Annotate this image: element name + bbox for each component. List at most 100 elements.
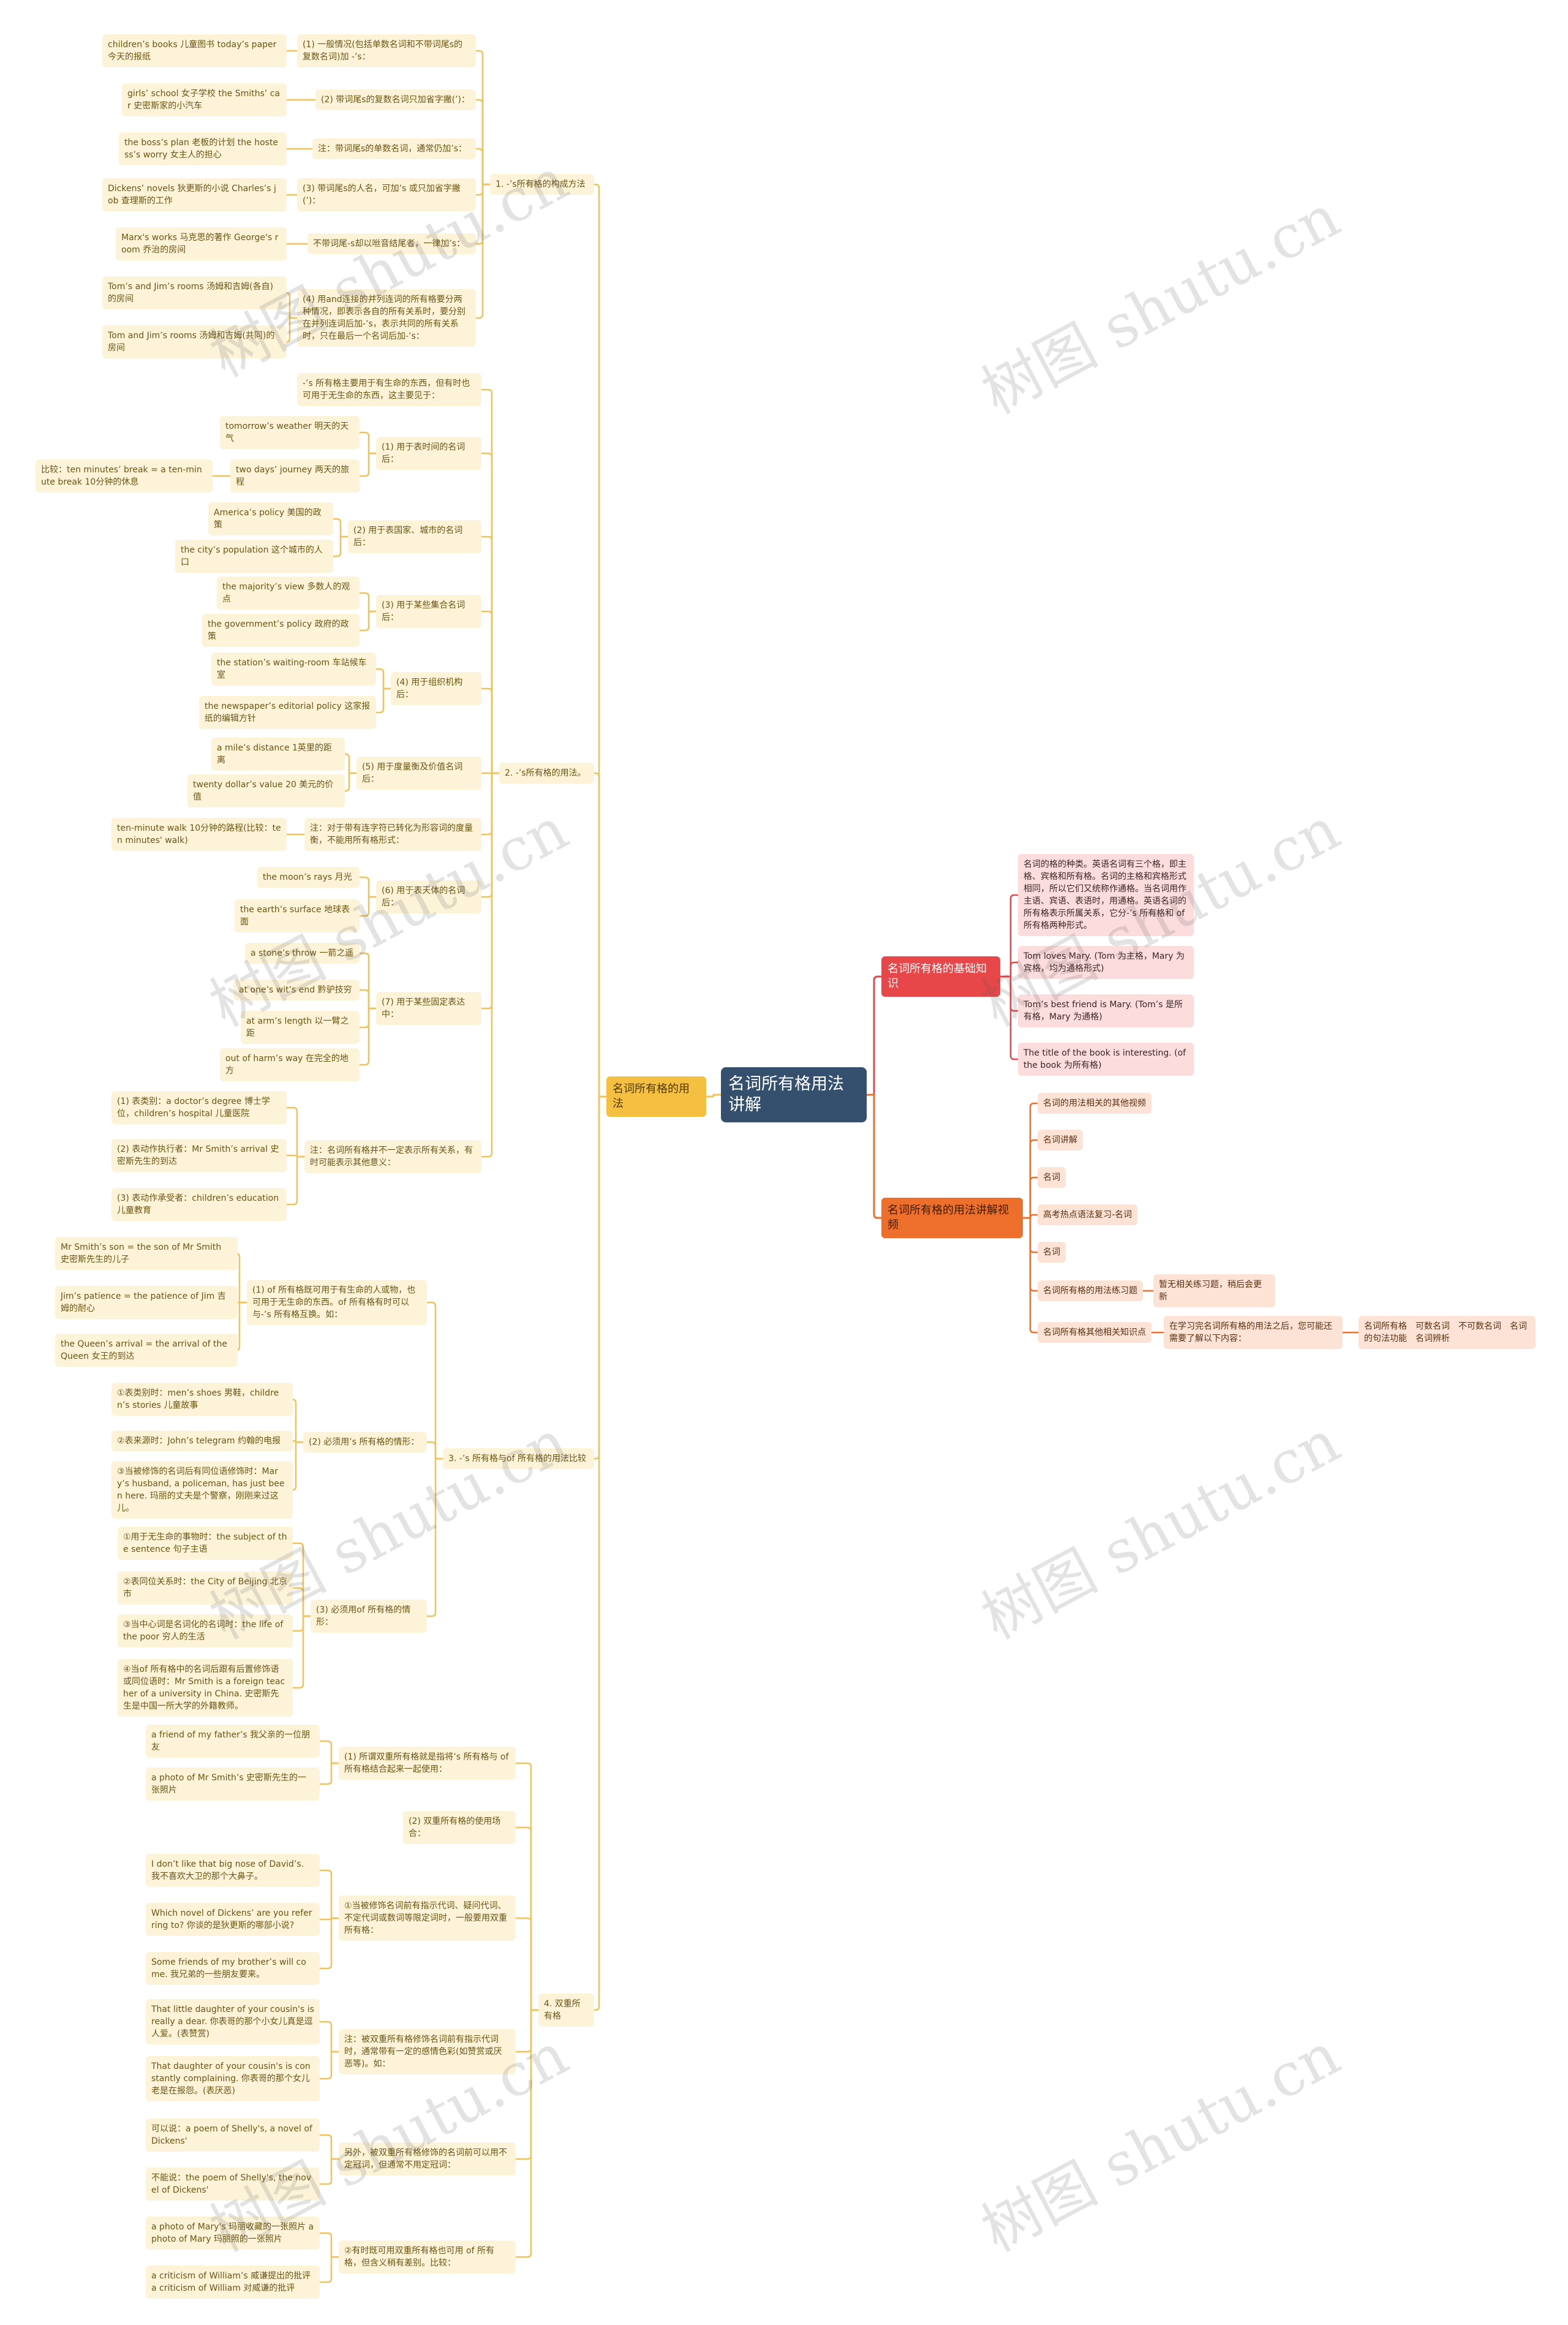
section-node[interactable]: 4. 双重所有格 (538, 1994, 594, 2027)
connector (376, 668, 391, 690)
example-leaf: Tom’s and Jim’s rooms 汤姆和吉姆(各自)的房间 (102, 276, 287, 309)
branch-usage[interactable]: 名词所有格的用法 (606, 1076, 706, 1117)
video-item: 高考热点语法复习-名词 (1038, 1204, 1138, 1225)
connector (360, 989, 376, 1010)
connector (516, 1762, 538, 2011)
video-item-detail: 暂无相关练习题，稍后会更新 (1153, 1274, 1275, 1307)
example-leaf: a friend of my father’s 我父亲的一位朋友 (146, 1725, 320, 1758)
connector (320, 2051, 339, 2080)
connector (293, 1615, 311, 1632)
rule-node[interactable]: 另外，被双重所有格修饰的名词前可以用不定冠词，但通常不用定冠词： (339, 2142, 516, 2176)
connector (1000, 894, 1018, 978)
connector (360, 610, 376, 632)
connector (360, 952, 376, 1010)
example-leaf: at one’s wit’s end 黔驴技穷 (233, 980, 360, 1000)
connector (360, 896, 376, 917)
connector (292, 1441, 303, 1491)
rule-node[interactable]: (1) 所谓双重所有格就是指将’s 所有格与 of 所有格结合起来一起使用： (339, 1747, 516, 1780)
connector (320, 1869, 339, 1919)
example-leaf: ②表同位关系时：the City of Beijing 北京市 (118, 1571, 293, 1605)
connector (1023, 1176, 1038, 1219)
rule-node[interactable]: (1) 一般情况(包括单数名词和不带词尾s的复数名词)加 -’s： (297, 34, 476, 67)
connector (476, 183, 490, 319)
mindmap-root[interactable]: 名词所有格用法讲解 (721, 1067, 867, 1122)
rule-node[interactable]: (2) 必须用’s 所有格的情形： (303, 1432, 427, 1453)
rule-node[interactable]: (6) 用于表天体的名词后： (376, 880, 481, 913)
rule-node: -’s 所有格主要用于有生命的东西，但有时也可用于无生命的东西，这主要见于： (297, 373, 481, 406)
example-leaf: a photo of Mary's 玛丽收藏的一张照片 a photo of M… (146, 2217, 320, 2250)
branch-videos[interactable]: 名词所有格的用法讲解视频 (881, 1198, 1023, 1238)
example-leaf: Which novel of Dickens’ are you referrin… (146, 1903, 320, 1936)
rule-node[interactable]: (1) 用于表时间的名词后： (376, 437, 481, 470)
rule-node[interactable]: (3) 用于某些集合名词后： (376, 595, 481, 628)
connector (481, 452, 499, 774)
connector (360, 431, 376, 455)
video-item[interactable]: 名词所有格的用法练习题 (1038, 1280, 1143, 1301)
example-leaf: (3) 表动作承受者：children’s education 儿童教育 (111, 1188, 287, 1221)
example-leaf: Mr Smith’s son = the son of Mr Smith 史密斯… (55, 1237, 238, 1270)
rule-node[interactable]: (3) 必须用of 所有格的情形： (311, 1600, 427, 1633)
rule-node[interactable]: 注：对于带有连字符已转化为形容词的度量衡，不能用所有格形式： (304, 818, 481, 851)
connector (516, 2009, 538, 2258)
example-leaf: the government’s policy 政府的政策 (202, 614, 360, 647)
rule-node[interactable]: (3) 带词尾s的人名，可加’s 或只加省字撇(’)： (297, 178, 476, 211)
connector (320, 2232, 339, 2258)
connector (287, 1106, 304, 1158)
rule-node[interactable]: 注：被双重所有格修饰名词前有指示代词时，通常带有一定的感情色彩(如赞赏或厌恶等)… (339, 2029, 516, 2074)
connector (867, 1094, 881, 1219)
connector (320, 1740, 339, 1764)
rule-node[interactable]: (2) 带词尾s的复数名词只加省字撇(’)： (315, 89, 476, 110)
rule-node[interactable]: 不带词尾-s却以咝音结尾者，一律加’s： (307, 233, 476, 254)
example-leaf: Some friends of my brother’s will come. … (146, 1952, 320, 1985)
connector (1023, 1217, 1038, 1334)
example-leaf: ③当被修饰的名词后有同位语修饰时：Mary’s husband, a polic… (111, 1461, 293, 1519)
example-leaf[interactable]: two days’ journey 两天的旅程 (230, 459, 360, 493)
connector (1000, 975, 1018, 1060)
compare-note: 比较：ten minutes’ break = a ten-minute bre… (36, 459, 213, 493)
connector (320, 2158, 339, 2185)
connector (481, 687, 499, 774)
rule-node[interactable]: 注：名词所有格并不一定表示所有关系，有时可能表示其他意义： (304, 1140, 481, 1173)
connector (320, 2134, 339, 2160)
basics-leaf: 名词的格的种类。英语名词有三个格，即主格、宾格和所有格。名词的主格和宾格形式相同… (1018, 854, 1194, 936)
connector (481, 772, 499, 1158)
video-item: 名词讲解 (1038, 1130, 1083, 1151)
connector (292, 1398, 303, 1443)
example-leaf: the earth’s surface 地球表面 (235, 899, 360, 932)
example-leaf: out of harm’s way 在完全的地方 (220, 1048, 360, 1081)
rule-node[interactable]: ①当被修饰名词前有指示代词、疑问代词、不定代词或数词等限定词时，一般要用双重所有… (339, 1896, 516, 1941)
connector (376, 687, 391, 714)
section-node[interactable]: 2. -’s所有格的用法。 (499, 763, 594, 784)
rule-node[interactable]: 注：带词尾s的单数名词，通常仍加’s： (312, 138, 476, 159)
rule-node[interactable]: ②有时既可用双重所有格也可用 of 所有格，但含义稍有差别。比较： (339, 2240, 516, 2274)
rule-node[interactable]: (5) 用于度量衡及价值名词后： (356, 757, 481, 790)
connector (287, 1155, 304, 1206)
branch-basics[interactable]: 名词所有格的基础知识 (881, 956, 1000, 997)
example-leaf: the boss’s plan 老板的计划 the hostess’s worr… (119, 132, 287, 165)
section-node[interactable]: 1. -’s所有格的构成方法 (490, 174, 594, 195)
rule-node[interactable]: (4) 用and连接的并列连词的所有格要分两种情况，即表示各自的所有关系时，要分… (297, 289, 476, 347)
example-leaf: children’s books 儿童图书 today’s paper 今天的报… (102, 34, 287, 67)
example-leaf: tomorrow’s weather 明天的天气 (220, 416, 360, 449)
example-leaf: That daughter of your cousin's is consta… (146, 2056, 320, 2101)
example-leaf: Dickens’ novels 狄更斯的小说 Charles’s job 查理斯… (102, 178, 287, 211)
section-node[interactable]: 3. -’s 所有格与of 所有格的用法比较 (443, 1448, 594, 1469)
rule-node[interactable]: (7) 用于某些固定表达中： (376, 992, 481, 1025)
rule-node[interactable]: (2) 用于表国家、城市的名词后： (348, 520, 481, 553)
example-leaf: 可以说：a poem of Shelly's, a novel of Dicke… (146, 2119, 320, 2152)
rule-node[interactable]: (4) 用于组织机构后： (391, 672, 481, 705)
example-leaf: ①用于无生命的事物时：the subject of the sentence 句… (118, 1527, 293, 1560)
example-leaf: at arm’s length 以一臂之距 (241, 1011, 360, 1044)
video-item: 名词的用法相关的其他视频 (1038, 1093, 1152, 1114)
connector (427, 1301, 443, 1460)
connector (360, 592, 376, 613)
connector (706, 1094, 721, 1098)
video-item[interactable]: 名词所有格其他相关知识点 (1038, 1322, 1152, 1343)
rule-node[interactable]: (1) of 所有格既可用于有生命的人或物，也可用于无生命的东西。of 所有格有… (247, 1280, 427, 1325)
connector (285, 292, 297, 319)
example-leaf: the newspaper’s editorial policy 这家报纸的编辑… (199, 696, 376, 729)
video-item-detail[interactable]: 在学习完名词所有格的用法之后，您可能还需要了解以下内容： (1164, 1316, 1343, 1349)
example-leaf: a mile’s distance 1英里的距离 (211, 738, 345, 771)
connector (481, 772, 499, 1010)
basics-leaf: The title of the book is interesting. (o… (1018, 1043, 1194, 1076)
